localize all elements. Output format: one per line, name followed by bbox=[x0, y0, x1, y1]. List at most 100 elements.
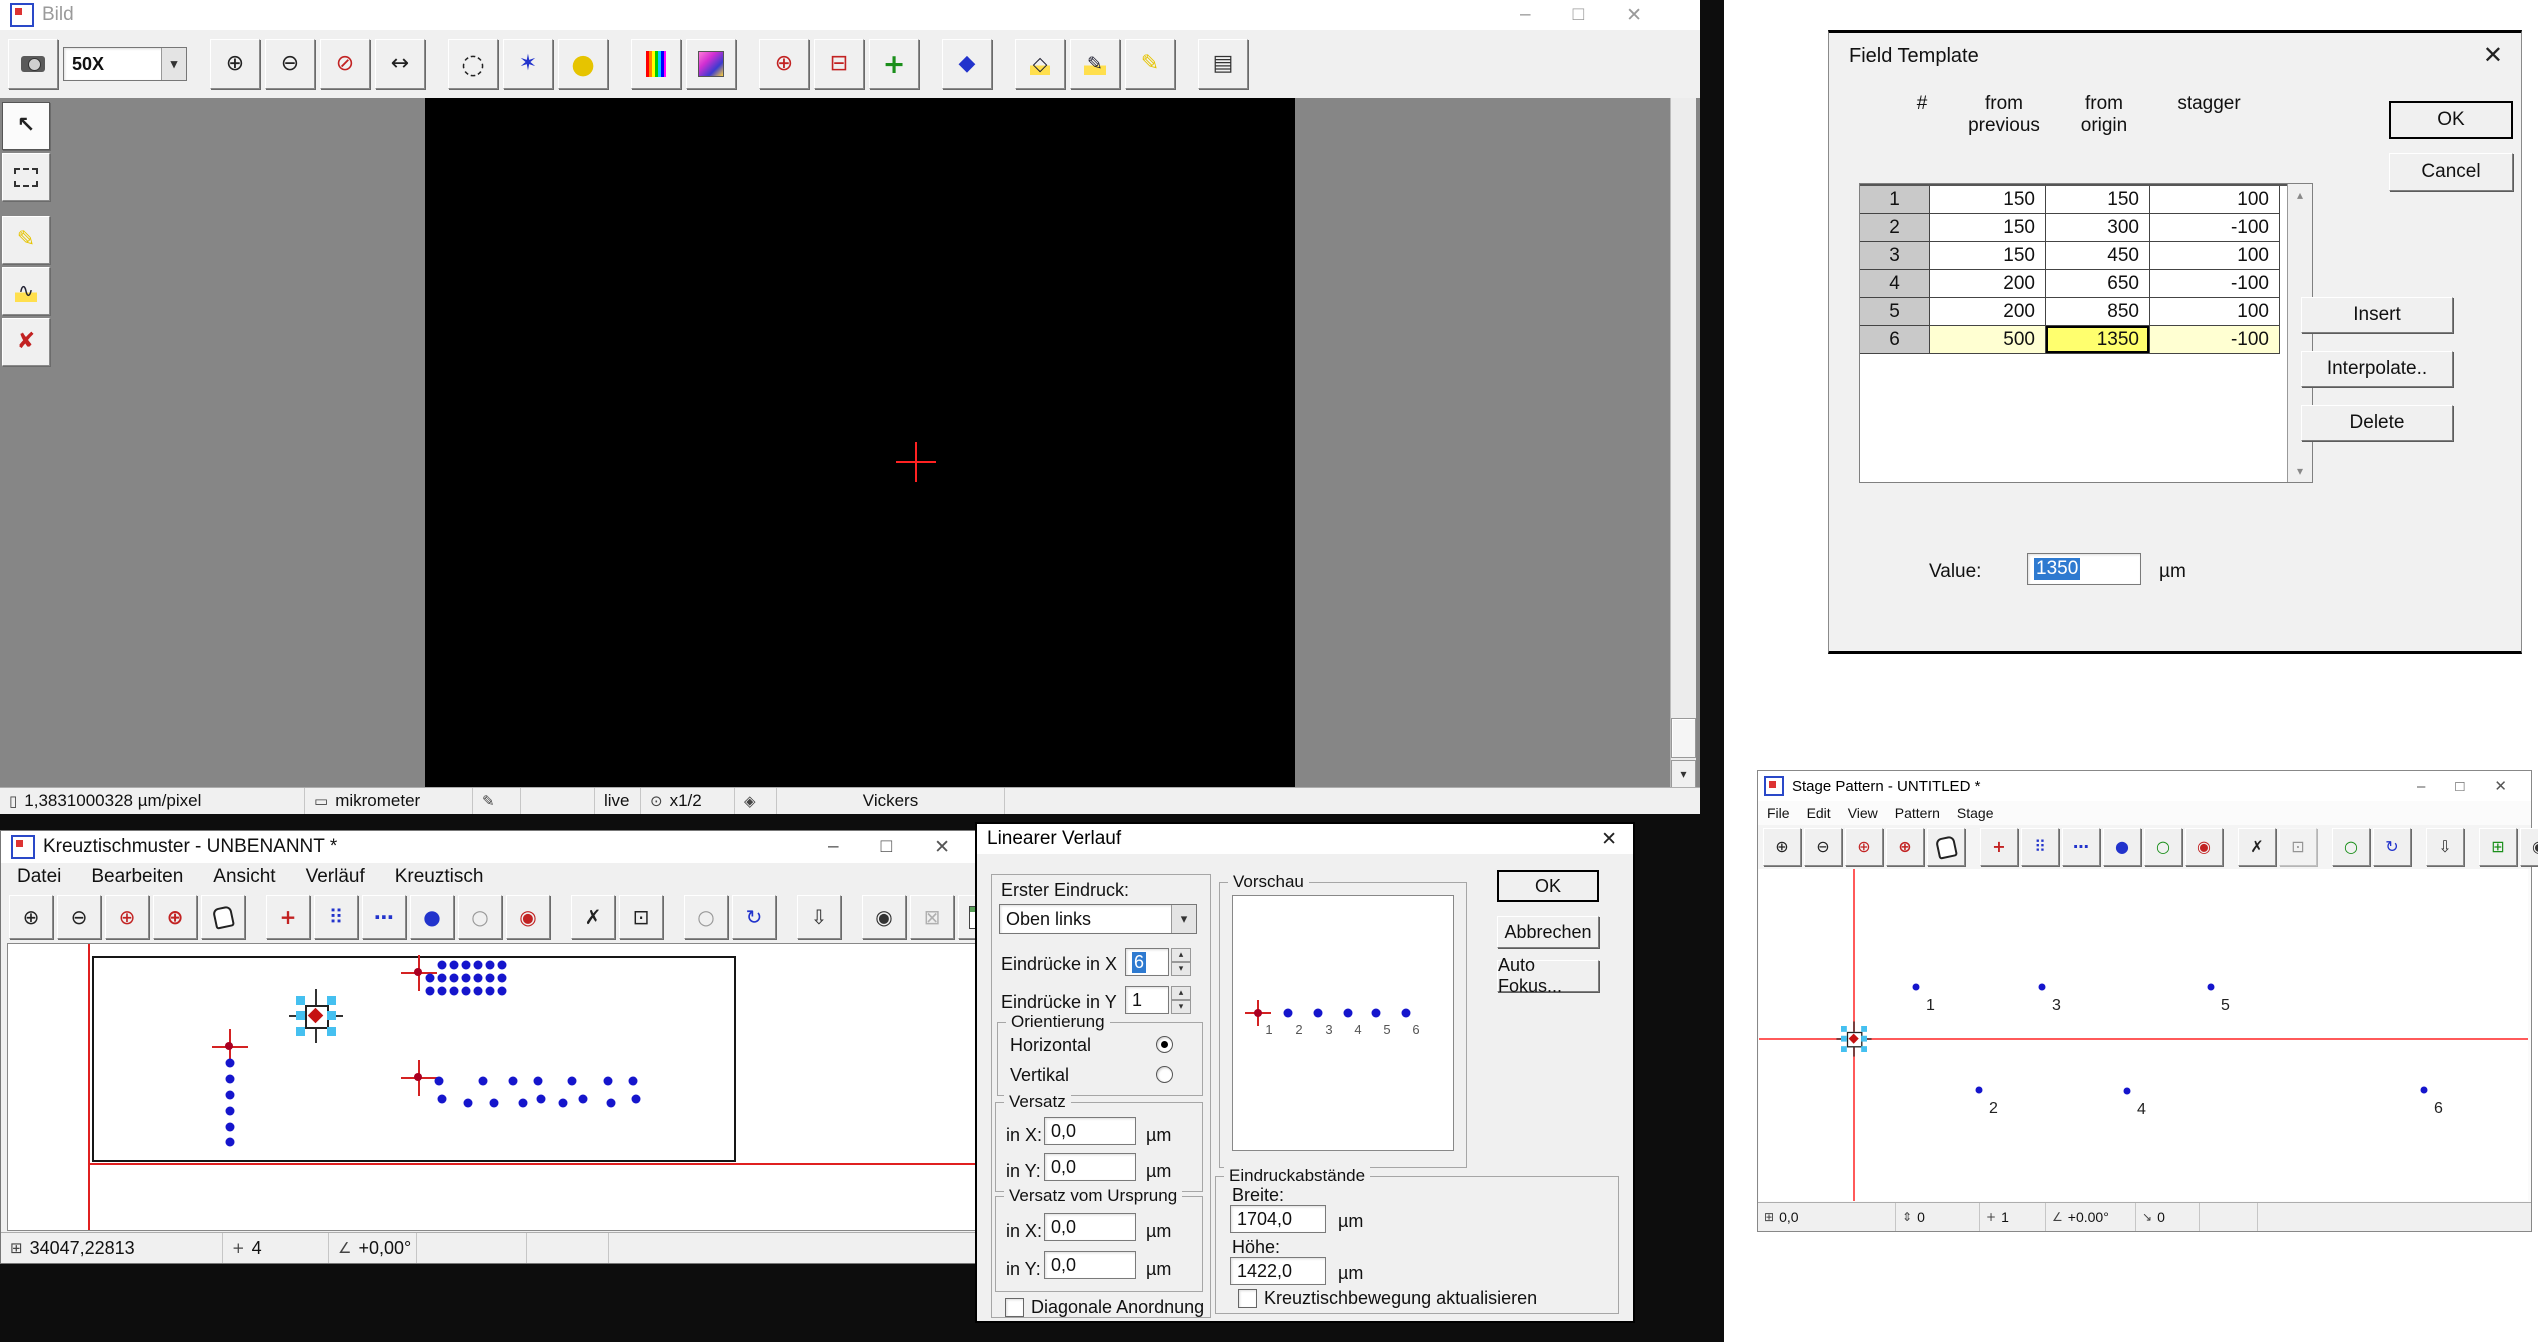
lamp-icon[interactable]: ● bbox=[558, 39, 608, 89]
table-row[interactable]: 4200650-100 bbox=[1860, 270, 2288, 298]
diagonale-checkbox[interactable] bbox=[1005, 1298, 1024, 1317]
menu-kreuztisch[interactable]: Kreuztisch bbox=[395, 866, 484, 888]
selected-point-marker[interactable] bbox=[1841, 1026, 1867, 1052]
reference-cross[interactable] bbox=[401, 1060, 437, 1096]
pattern-point[interactable] bbox=[559, 1099, 568, 1108]
pattern-point[interactable] bbox=[2039, 984, 2046, 991]
pattern-point[interactable] bbox=[498, 987, 507, 996]
scroll-down-button[interactable]: ▾ bbox=[1671, 760, 1696, 788]
versatz-y-input[interactable]: 0,0 bbox=[1044, 1153, 1136, 1181]
objective-icon[interactable]: ◉ bbox=[862, 895, 906, 939]
table-cell[interactable]: 150 bbox=[1930, 214, 2046, 242]
pattern-point[interactable] bbox=[450, 961, 459, 970]
pattern-point[interactable] bbox=[226, 1138, 235, 1147]
close-button[interactable]: ✕ bbox=[1601, 828, 1617, 851]
zoom-out-icon[interactable]: ⊖ bbox=[265, 39, 315, 89]
camera-live-image[interactable] bbox=[425, 98, 1295, 788]
row-pattern-icon[interactable]: ⋯ bbox=[362, 895, 406, 939]
table-cell[interactable]: 100 bbox=[2150, 298, 2280, 326]
table-cell[interactable]: 850 bbox=[2046, 298, 2150, 326]
indenter-icon[interactable]: ⇩ bbox=[797, 895, 841, 939]
table-cell[interactable]: 650 bbox=[2046, 270, 2150, 298]
measure-width-icon[interactable]: ⊟ bbox=[814, 39, 864, 89]
chevron-down-icon[interactable]: ▾ bbox=[161, 48, 186, 80]
ok-button[interactable]: OK bbox=[2389, 101, 2513, 139]
target-circle-icon[interactable]: ⊕ bbox=[759, 39, 809, 89]
table-cell[interactable]: 450 bbox=[2046, 242, 2150, 270]
menu-ansicht[interactable]: Ansicht bbox=[213, 866, 275, 888]
erster-eindruck-select[interactable]: Oben links ▾ bbox=[999, 904, 1197, 934]
color-palette-icon[interactable] bbox=[631, 39, 681, 89]
single-indent-icon[interactable]: + bbox=[1980, 828, 2018, 866]
fit-view-icon[interactable]: ⊡ bbox=[619, 895, 663, 939]
pattern-point[interactable] bbox=[486, 974, 495, 983]
pattern-point[interactable] bbox=[490, 1099, 499, 1108]
pattern-point[interactable] bbox=[498, 961, 507, 970]
pattern-point[interactable] bbox=[486, 987, 495, 996]
eindruecke-x-stepper[interactable]: ▴▾ bbox=[1171, 948, 1191, 976]
menu-view[interactable]: View bbox=[1848, 805, 1878, 821]
vertical-scrollbar[interactable]: ▾ bbox=[1670, 98, 1696, 788]
stage-canvas[interactable]: 135246 bbox=[1759, 869, 2528, 1201]
pattern-point[interactable] bbox=[474, 974, 483, 983]
menu-stage[interactable]: Stage bbox=[1957, 805, 1994, 821]
pattern-point[interactable] bbox=[537, 1095, 546, 1104]
pattern-point[interactable] bbox=[1314, 1009, 1323, 1018]
pattern-point[interactable] bbox=[568, 1077, 577, 1086]
table-cell[interactable]: 150 bbox=[1930, 186, 2046, 214]
pattern-point[interactable] bbox=[450, 987, 459, 996]
pattern-point[interactable] bbox=[438, 961, 447, 970]
stage-cross-icon[interactable]: + bbox=[869, 39, 919, 89]
curve-measure-tool-icon[interactable]: ∿ bbox=[2, 267, 50, 315]
menu-verläuf[interactable]: Verläuf bbox=[306, 866, 365, 888]
point-icon[interactable]: ● bbox=[410, 895, 454, 939]
delete-button[interactable]: Delete bbox=[2301, 405, 2453, 441]
table-cell[interactable]: 100 bbox=[2150, 242, 2280, 270]
measure-diagonal-icon[interactable]: ◇ bbox=[1015, 39, 1065, 89]
camera-icon[interactable] bbox=[8, 39, 58, 89]
menu-file[interactable]: File bbox=[1767, 805, 1790, 821]
maximize-button[interactable]: □ bbox=[2455, 778, 2464, 795]
grid-disabled-icon[interactable]: ⊠ bbox=[910, 895, 954, 939]
pattern-point[interactable] bbox=[486, 961, 495, 970]
pattern-point[interactable] bbox=[1402, 1009, 1411, 1018]
close-button[interactable]: ✕ bbox=[1626, 4, 1642, 27]
layout-swap-icon[interactable]: ⊞ bbox=[2479, 828, 2517, 866]
pattern-point[interactable] bbox=[604, 1077, 613, 1086]
magnification-select[interactable]: 50X ▾ bbox=[63, 47, 187, 81]
pattern-point[interactable] bbox=[1284, 1009, 1293, 1018]
pattern-point[interactable] bbox=[632, 1095, 641, 1104]
selected-point-marker[interactable] bbox=[296, 996, 336, 1036]
circle-pattern-icon[interactable]: ○ bbox=[2144, 828, 2182, 866]
circle-point-icon[interactable]: ◉ bbox=[506, 895, 550, 939]
zoom-out-icon[interactable]: ⊖ bbox=[57, 895, 101, 939]
table-cell[interactable]: 200 bbox=[1930, 270, 2046, 298]
row-header[interactable]: 3 bbox=[1860, 242, 1930, 270]
zoom-point-icon[interactable]: ⊕ bbox=[1845, 828, 1883, 866]
table-row[interactable]: 2150300-100 bbox=[1860, 214, 2288, 242]
pattern-point[interactable] bbox=[2208, 984, 2215, 991]
menu-bearbeiten[interactable]: Bearbeiten bbox=[91, 866, 183, 888]
pattern-point[interactable] bbox=[474, 961, 483, 970]
pan-hand-icon[interactable] bbox=[1927, 828, 1965, 866]
zoom-in-icon[interactable]: ⊕ bbox=[1763, 828, 1801, 866]
pattern-point[interactable] bbox=[438, 1095, 447, 1104]
row-header[interactable]: 6 bbox=[1860, 326, 1930, 354]
diamond-indent-icon[interactable]: ◆ bbox=[942, 39, 992, 89]
pattern-point[interactable] bbox=[435, 1077, 444, 1086]
table-cell[interactable]: 1350 bbox=[2046, 326, 2150, 354]
pattern-canvas[interactable] bbox=[7, 943, 980, 1231]
table-cell[interactable]: 150 bbox=[2046, 186, 2150, 214]
row-header[interactable]: 4 bbox=[1860, 270, 1930, 298]
table-cell[interactable]: 200 bbox=[1930, 298, 2046, 326]
pattern-point[interactable] bbox=[1976, 1087, 1983, 1094]
pattern-point[interactable] bbox=[2421, 1087, 2428, 1094]
table-cell[interactable]: 150 bbox=[1930, 242, 2046, 270]
brightness-icon[interactable]: ✶ bbox=[503, 39, 553, 89]
pattern-point[interactable] bbox=[226, 1123, 235, 1132]
row-header[interactable]: 1 bbox=[1860, 186, 1930, 214]
point-icon[interactable]: ● bbox=[2103, 828, 2141, 866]
row-header[interactable]: 2 bbox=[1860, 214, 1930, 242]
pattern-point[interactable] bbox=[534, 1077, 543, 1086]
table-row[interactable]: 5200850100 bbox=[1860, 298, 2288, 326]
